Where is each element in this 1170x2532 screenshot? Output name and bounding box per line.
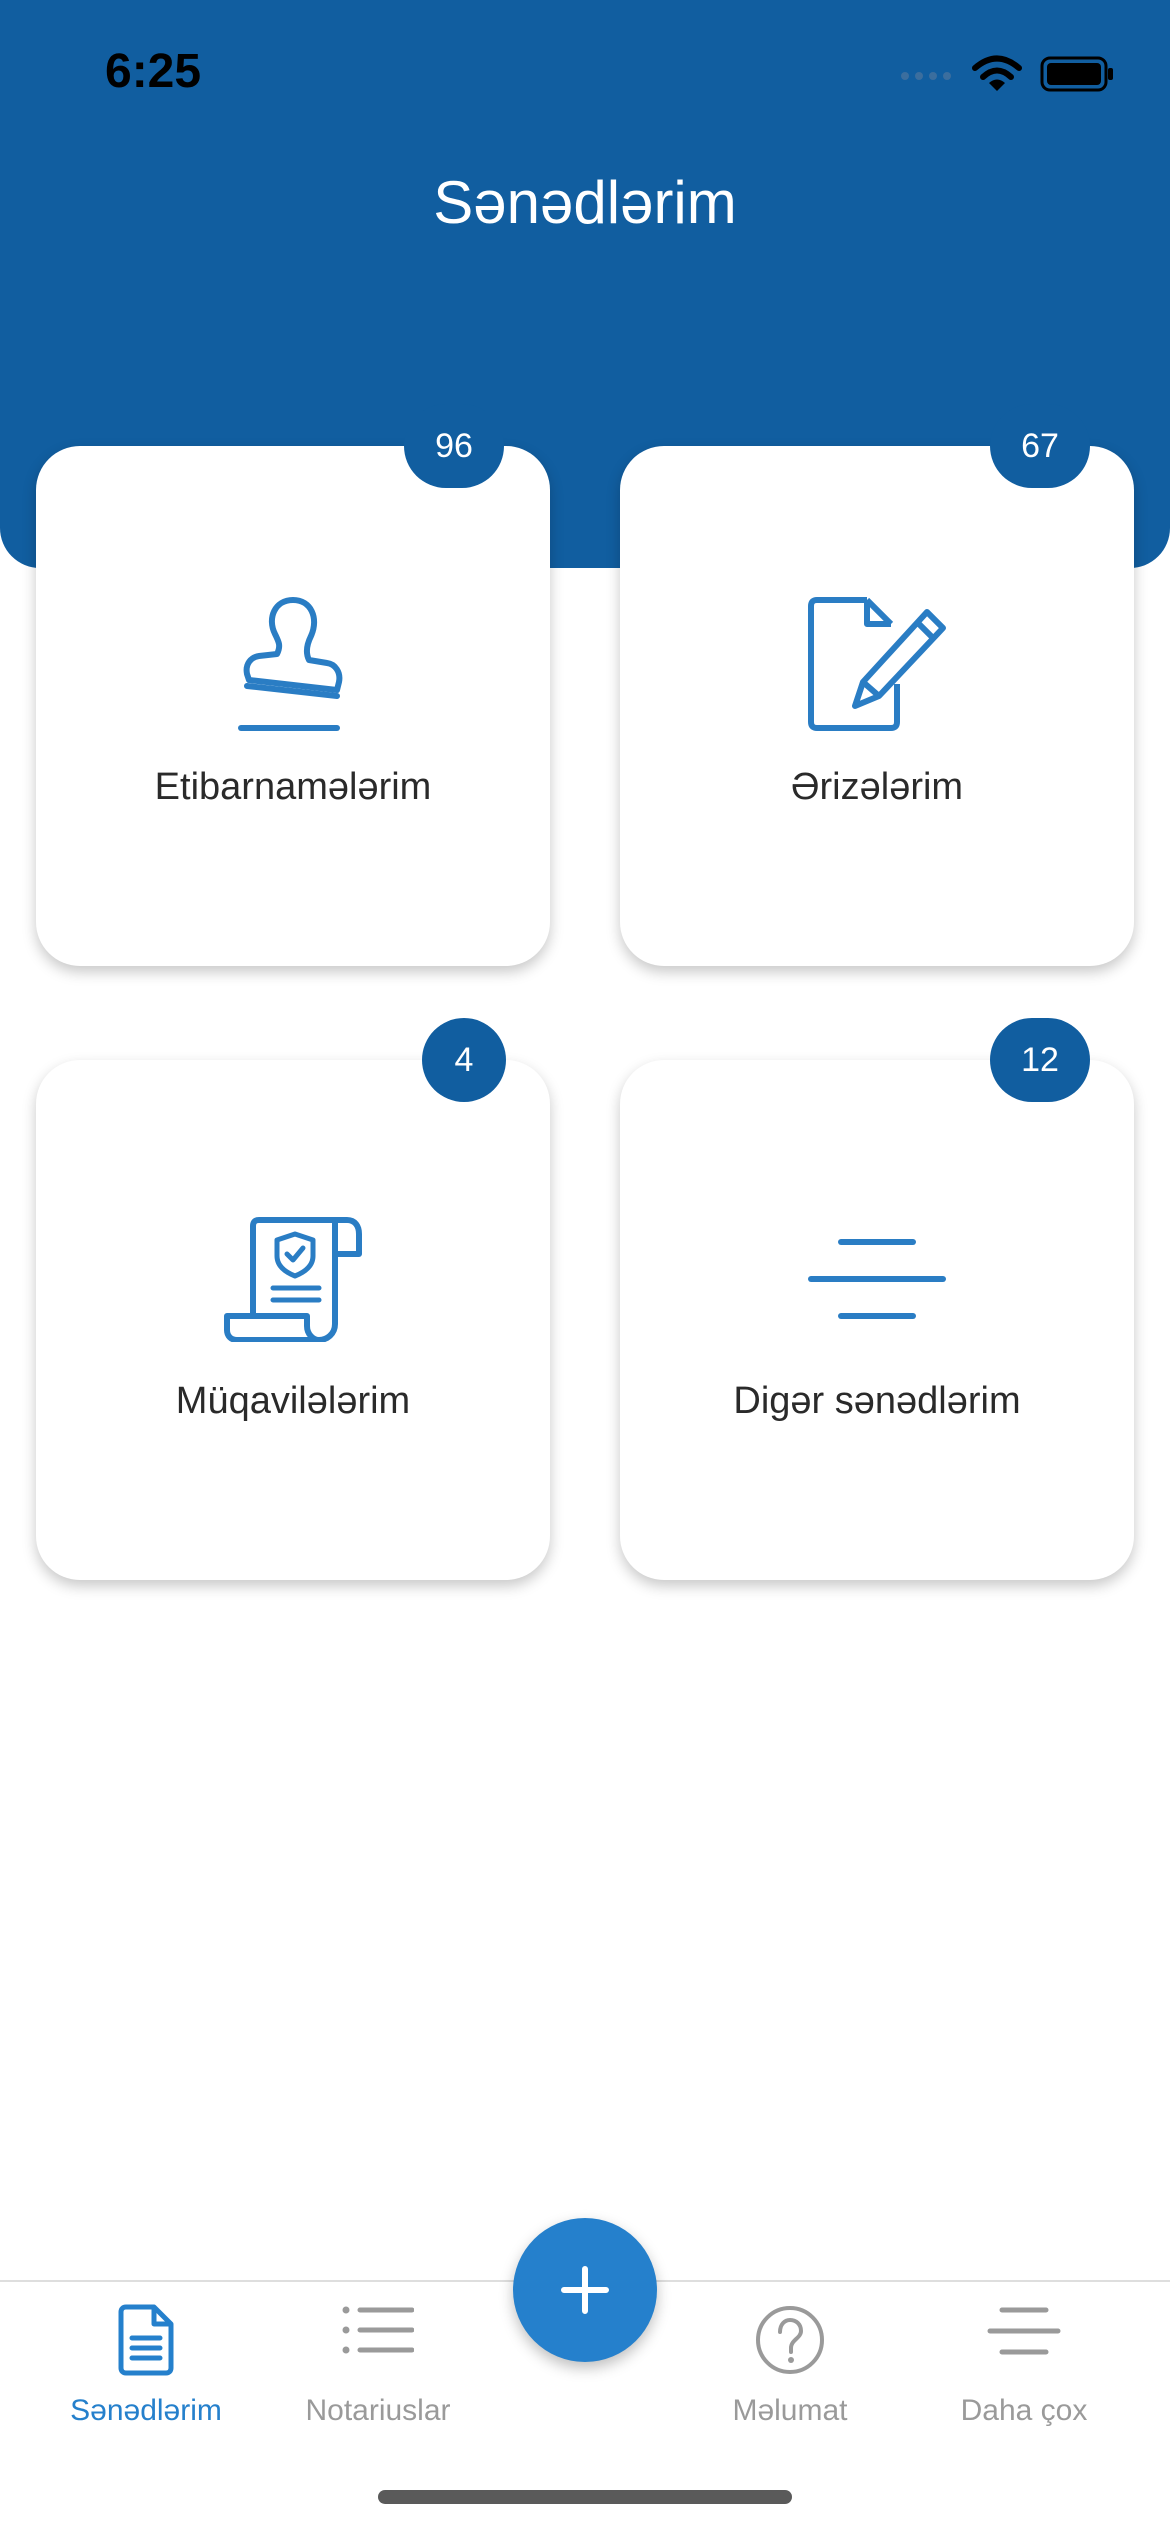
home-indicator[interactable] — [378, 2490, 792, 2504]
tab-senedlerim[interactable]: Sənədlərim — [29, 2282, 263, 2442]
tab-daha-cox[interactable]: Daha çox — [907, 2282, 1141, 2442]
status-bar: 6:25 — [0, 0, 1170, 140]
card-label: Müqavilələrim — [175, 1380, 411, 1422]
page-title: Sənədlərim — [433, 169, 737, 236]
count-badge: 12 — [990, 1018, 1090, 1102]
menu-icon — [907, 2304, 1141, 2358]
stamp-icon — [36, 594, 550, 734]
document-icon — [29, 2304, 263, 2376]
card-label: Digər sənədlərim — [733, 1380, 1021, 1422]
add-document-button[interactable] — [513, 2218, 657, 2362]
lines-icon — [620, 1236, 1134, 1322]
plus-icon — [561, 2266, 609, 2314]
screen: 6:25 Sənədlərim Etibarnamələrim 96 Ərizə… — [0, 0, 1170, 2532]
card-diger-senedlerim[interactable]: Digər sənədlərim — [620, 1060, 1134, 1580]
tab-label: Məlumat — [732, 2394, 848, 2427]
card-erizelerim[interactable]: Ərizələrim — [620, 446, 1134, 966]
list-icon — [261, 2304, 495, 2356]
tab-label: Sənədlərim — [70, 2394, 222, 2427]
document-edit-icon — [620, 596, 1134, 732]
card-label: Etibarnamələrim — [154, 766, 432, 808]
wifi-icon — [972, 55, 1022, 91]
status-icons — [900, 52, 1114, 96]
question-circle-icon — [673, 2304, 907, 2376]
tab-label: Notariuslar — [305, 2394, 451, 2427]
tab-notariuslar[interactable]: Notariuslar — [261, 2282, 495, 2442]
count-badge: 96 — [404, 404, 504, 488]
status-time: 6:25 — [105, 45, 202, 98]
tab-label: Daha çox — [960, 2394, 1088, 2427]
tab-melumat[interactable]: Məlumat — [673, 2282, 907, 2442]
battery-icon — [1040, 56, 1113, 92]
count-badge: 4 — [422, 1018, 506, 1102]
card-etibarnamelerim[interactable]: Etibarnamələrim — [36, 446, 550, 966]
cellular-signal-icon — [901, 72, 951, 80]
count-badge: 67 — [990, 404, 1090, 488]
card-label: Ərizələrim — [790, 766, 964, 808]
contract-scroll-icon — [36, 1216, 550, 1342]
card-muqavilelerim[interactable]: Müqavilələrim — [36, 1060, 550, 1580]
